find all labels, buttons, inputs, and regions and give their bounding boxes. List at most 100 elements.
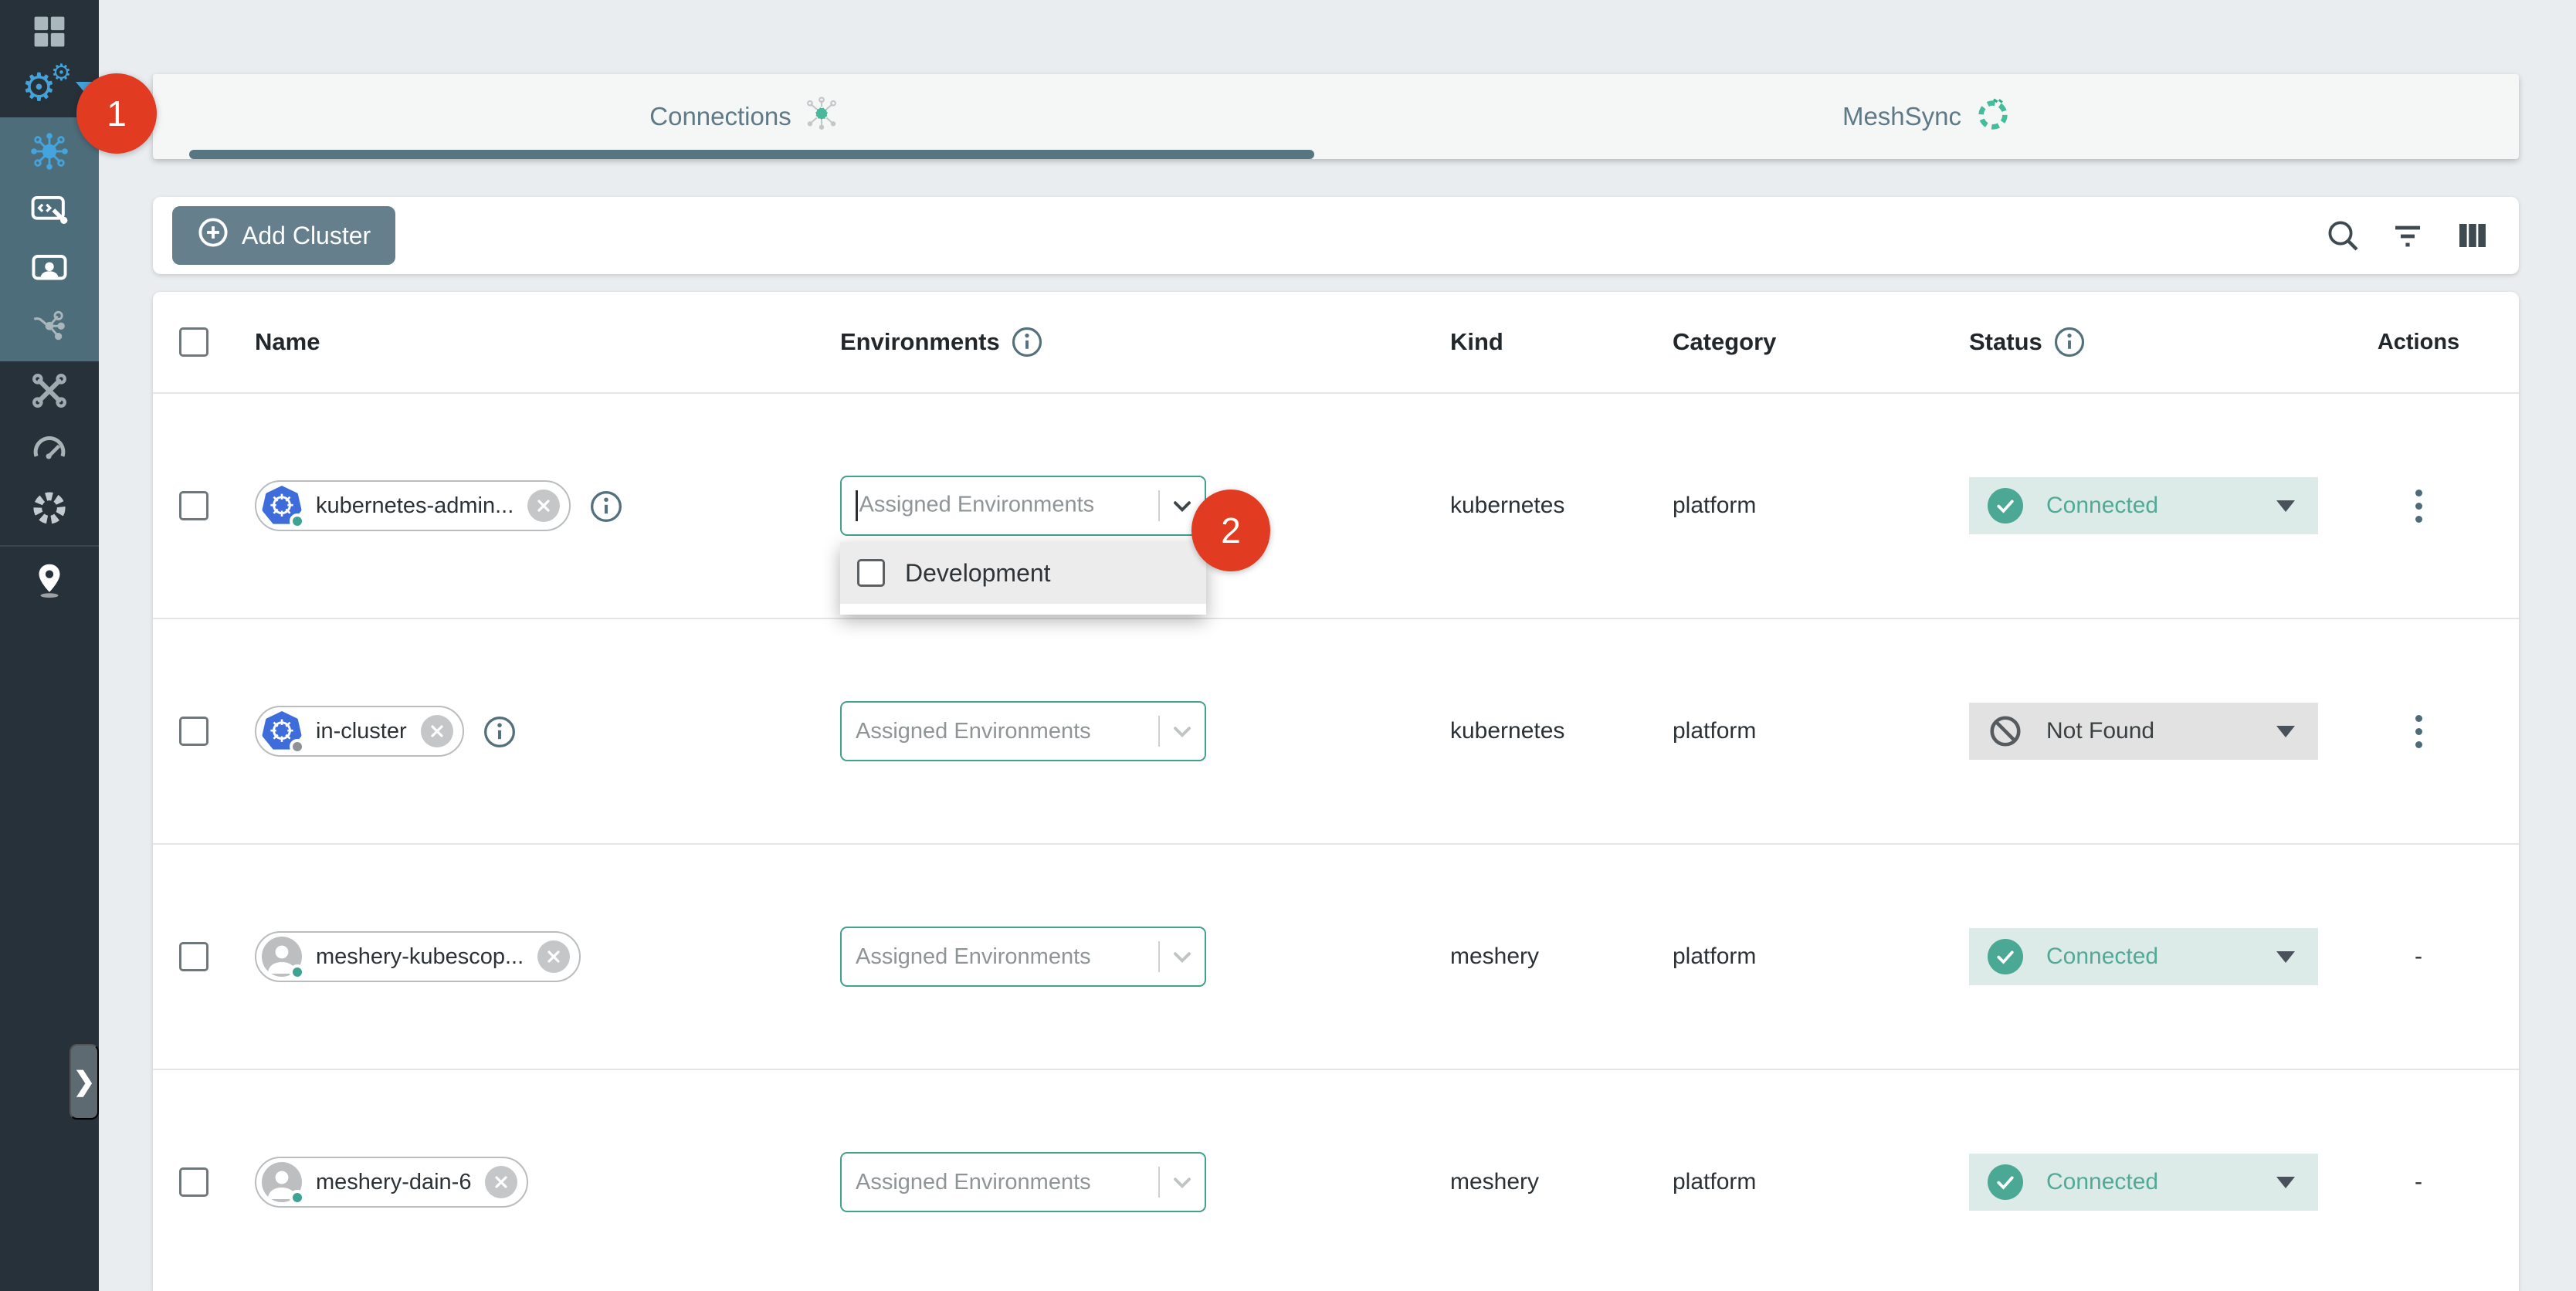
annotation-badge-2: 2 <box>1191 490 1270 571</box>
table-row: meshery-kubescop... Assigned Environment… <box>153 845 2519 1070</box>
header-kind[interactable]: Kind <box>1450 328 1673 356</box>
row-checkbox[interactable] <box>179 942 208 971</box>
connection-name: kubernetes-admin... <box>316 493 514 519</box>
row-checkbox[interactable] <box>179 1167 208 1197</box>
header-name[interactable]: Name <box>255 328 840 356</box>
remove-connection-icon[interactable] <box>485 1166 517 1198</box>
chevron-down-icon[interactable] <box>1160 717 1205 745</box>
kind-value: kubernetes <box>1450 493 1673 519</box>
status-select-connected[interactable]: Connected <box>1969 1154 2318 1211</box>
category-value: platform <box>1673 1169 1969 1195</box>
status-select-connected[interactable]: Connected <box>1969 477 2318 534</box>
status-label: Connected <box>2046 944 2276 970</box>
sidebar-item-remote-session[interactable] <box>0 239 99 298</box>
toolkit-icon <box>30 371 69 410</box>
environments-select[interactable]: Assigned Environments <box>840 701 1206 761</box>
caret-down-icon <box>2276 726 2295 737</box>
connection-chip[interactable]: meshery-kubescop... <box>255 931 581 982</box>
remove-connection-icon[interactable] <box>527 490 560 522</box>
environments-select[interactable]: Assigned Environments <box>840 1152 1206 1212</box>
adapters-icon <box>30 191 69 229</box>
sidebar-item-meshery-catalog[interactable] <box>0 479 99 537</box>
no-actions-placeholder: - <box>2415 944 2422 970</box>
status-select-notfound[interactable]: Not Found <box>1969 703 2318 760</box>
table-row: in-cluster Assigned Environments <box>153 619 2519 845</box>
text-cursor <box>856 490 858 521</box>
sidebar-active-group <box>0 117 99 361</box>
prohibited-icon <box>1988 713 2023 749</box>
remove-connection-icon[interactable] <box>421 715 453 747</box>
mesh-icon <box>804 96 839 137</box>
status-dot-disconnected <box>290 739 305 754</box>
sidebar-item-performance[interactable] <box>0 420 99 479</box>
environments-select[interactable]: Assigned Environments <box>840 927 1206 987</box>
chevron-down-icon[interactable] <box>1160 943 1205 971</box>
chevron-down-icon[interactable] <box>1160 1168 1205 1196</box>
connections-table: Name Environments Kind Category Status A… <box>153 292 2519 1291</box>
sidebar-item-toolkit[interactable] <box>0 361 99 420</box>
remove-connection-icon[interactable] <box>537 940 570 973</box>
tab-connections[interactable]: Connections <box>153 74 1336 159</box>
table-row: meshery-dain-6 Assigned Environments mes… <box>153 1070 2519 1291</box>
connection-chip[interactable]: in-cluster <box>255 706 464 757</box>
expand-sidebar-button[interactable]: ❯ <box>69 1044 99 1120</box>
header-environments[interactable]: Environments <box>840 326 1450 358</box>
select-all-checkbox[interactable] <box>179 327 208 357</box>
filter-icon[interactable] <box>2389 217 2426 254</box>
status-select-connected[interactable]: Connected <box>1969 928 2318 985</box>
connection-name: in-cluster <box>316 719 407 744</box>
search-icon[interactable] <box>2324 217 2361 254</box>
sidebar-item-adapters[interactable] <box>0 181 99 239</box>
connection-name: meshery-dain-6 <box>316 1170 471 1195</box>
settings-gears-icon: ⚙ ⚙ <box>20 66 79 110</box>
status-label: Connected <box>2046 493 2276 519</box>
environments-select-open[interactable]: Assigned Environments <box>840 476 1206 536</box>
kind-value: kubernetes <box>1450 718 1673 744</box>
category-value: platform <box>1673 493 1969 519</box>
dashboard-icon <box>31 13 68 50</box>
status-label: Connected <box>2046 1169 2276 1195</box>
connections-mesh-icon <box>29 131 69 171</box>
view-columns-icon[interactable] <box>2454 217 2491 254</box>
tab-connections-label: Connections <box>649 102 791 131</box>
caret-down-icon <box>2276 500 2295 512</box>
annotation-badge-1: 1 <box>76 73 157 154</box>
sidebar-item-dashboard[interactable] <box>0 0 99 59</box>
connection-chip[interactable]: kubernetes-admin... <box>255 480 571 531</box>
header-category[interactable]: Category <box>1673 328 1969 356</box>
caret-down-icon <box>2276 1177 2295 1188</box>
environment-option-development[interactable]: Development <box>840 542 1206 604</box>
row-checkbox[interactable] <box>179 491 208 520</box>
chevron-right-icon: ❯ <box>73 1066 96 1097</box>
table-header-row: Name Environments Kind Category Status A… <box>153 292 2519 394</box>
check-circle-icon <box>1988 1164 2023 1200</box>
tab-meshsync[interactable]: MeshSync <box>1336 74 2519 159</box>
category-value: platform <box>1673 944 1969 970</box>
add-cluster-label: Add Cluster <box>242 222 371 250</box>
status-dot-connected <box>290 1190 305 1205</box>
row-checkbox[interactable] <box>179 717 208 746</box>
sidebar-item-environments-pin[interactable] <box>0 551 99 610</box>
connection-info-icon[interactable] <box>589 490 622 522</box>
add-cluster-button[interactable]: Add Cluster <box>172 206 395 265</box>
check-circle-icon <box>1988 488 2023 524</box>
check-circle-icon <box>1988 939 2023 974</box>
connection-chip[interactable]: meshery-dain-6 <box>255 1157 528 1208</box>
row-actions-menu-icon[interactable] <box>2409 709 2429 754</box>
info-icon[interactable] <box>1011 326 1043 358</box>
status-label: Not Found <box>2046 718 2276 744</box>
info-icon[interactable] <box>2053 326 2086 358</box>
row-actions-menu-icon[interactable] <box>2409 483 2429 529</box>
kind-value: meshery <box>1450 944 1673 970</box>
status-dot-connected <box>290 513 305 529</box>
status-dot-connected <box>290 964 305 980</box>
connection-info-icon[interactable] <box>483 715 515 747</box>
location-pin-icon <box>31 562 68 599</box>
sync-ring-icon <box>1974 94 2012 139</box>
sidebar-item-topology[interactable] <box>0 298 99 357</box>
plus-circle-icon <box>197 216 229 255</box>
header-status[interactable]: Status <box>1969 326 2318 358</box>
option-checkbox[interactable] <box>857 559 885 587</box>
meshery-connections-screen: ⚙ ⚙ <box>0 0 2576 1291</box>
connection-name: meshery-kubescop... <box>316 944 524 970</box>
